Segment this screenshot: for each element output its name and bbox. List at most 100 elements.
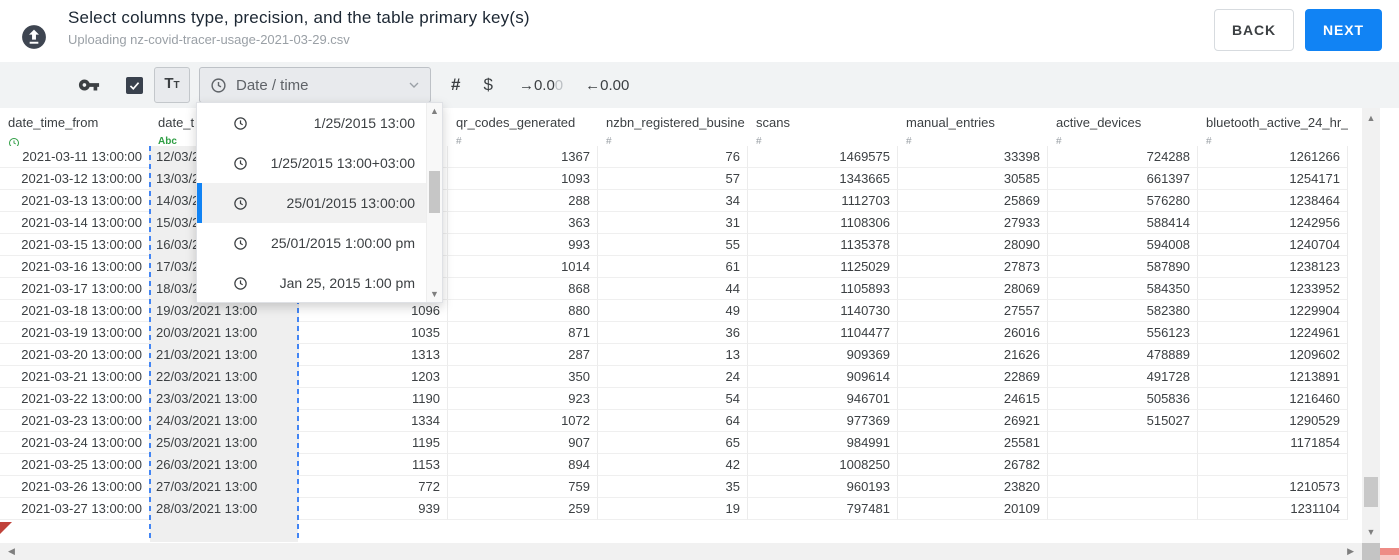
table-cell[interactable]: 1035 — [299, 322, 448, 344]
table-cell[interactable]: 2021-03-13 13:00:00 — [0, 190, 150, 212]
table-cell[interactable]: 2021-03-24 13:00:00 — [0, 432, 150, 454]
table-cell[interactable]: 1261266 — [1198, 146, 1348, 168]
table-cell[interactable]: 1171854 — [1198, 432, 1348, 454]
table-cell[interactable]: 1153 — [299, 454, 448, 476]
currency-type-icon[interactable]: $ — [483, 75, 492, 95]
table-cell[interactable]: 907 — [448, 432, 598, 454]
back-button[interactable]: BACK — [1214, 9, 1294, 51]
boolean-type-checkbox[interactable] — [126, 76, 143, 94]
table-cell[interactable]: 1093 — [448, 168, 598, 190]
table-cell[interactable] — [1048, 476, 1198, 498]
date-format-option[interactable]: 1/25/2015 13:00+03:00 — [197, 143, 427, 183]
table-cell[interactable]: 2021-03-22 13:00:00 — [0, 388, 150, 410]
table-cell[interactable]: 1072 — [448, 410, 598, 432]
table-cell[interactable]: 1195 — [299, 432, 448, 454]
table-cell[interactable]: 28069 — [898, 278, 1048, 300]
table-cell[interactable]: 27933 — [898, 212, 1048, 234]
table-cell[interactable]: 25/03/2021 13:00 — [150, 432, 299, 454]
table-cell[interactable]: 1096 — [299, 300, 448, 322]
table-cell[interactable]: 61 — [598, 256, 748, 278]
table-cell[interactable]: 772 — [299, 476, 448, 498]
number-type-icon[interactable]: # — [451, 75, 460, 95]
table-cell[interactable] — [1048, 432, 1198, 454]
table-cell[interactable]: 909369 — [748, 344, 898, 366]
table-cell[interactable]: 21626 — [898, 344, 1048, 366]
table-cell[interactable]: 27873 — [898, 256, 1048, 278]
table-cell[interactable]: 582380 — [1048, 300, 1198, 322]
table-cell[interactable]: 350 — [448, 366, 598, 388]
table-cell[interactable]: 1224961 — [1198, 322, 1348, 344]
table-cell[interactable]: 2021-03-16 13:00:00 — [0, 256, 150, 278]
table-cell[interactable]: 36 — [598, 322, 748, 344]
dropdown-scrollbar[interactable]: ▲ ▼ — [426, 103, 442, 302]
table-cell[interactable]: 909614 — [748, 366, 898, 388]
table-cell[interactable]: 25869 — [898, 190, 1048, 212]
table-cell[interactable]: 2021-03-18 13:00:00 — [0, 300, 150, 322]
table-cell[interactable]: 30585 — [898, 168, 1048, 190]
table-cell[interactable]: 2021-03-19 13:00:00 — [0, 322, 150, 344]
table-cell[interactable]: 2021-03-17 13:00:00 — [0, 278, 150, 300]
vertical-scrollbar-thumb[interactable] — [1364, 477, 1378, 507]
table-cell[interactable]: 556123 — [1048, 322, 1198, 344]
vertical-scrollbar[interactable]: ▲ ▼ — [1362, 108, 1380, 543]
table-cell[interactable]: 1240704 — [1198, 234, 1348, 256]
increase-decimal-button[interactable]: →0.00 — [519, 77, 563, 94]
table-cell[interactable]: 23820 — [898, 476, 1048, 498]
table-cell[interactable]: 1313 — [299, 344, 448, 366]
table-cell[interactable]: 868 — [448, 278, 598, 300]
scroll-left-icon[interactable]: ◀ — [8, 543, 15, 560]
table-cell[interactable]: 31 — [598, 212, 748, 234]
table-cell[interactable]: 2021-03-27 13:00:00 — [0, 498, 150, 520]
table-cell[interactable]: 2021-03-12 13:00:00 — [0, 168, 150, 190]
table-cell[interactable]: 2021-03-15 13:00:00 — [0, 234, 150, 256]
table-cell[interactable]: 724288 — [1048, 146, 1198, 168]
table-cell[interactable]: 23/03/2021 13:00 — [150, 388, 299, 410]
table-cell[interactable]: 880 — [448, 300, 598, 322]
table-cell[interactable] — [1048, 454, 1198, 476]
table-cell[interactable]: 22/03/2021 13:00 — [150, 366, 299, 388]
table-cell[interactable]: 26016 — [898, 322, 1048, 344]
table-cell[interactable]: 505836 — [1048, 388, 1198, 410]
table-cell[interactable]: 478889 — [1048, 344, 1198, 366]
table-cell[interactable]: 1238123 — [1198, 256, 1348, 278]
table-cell[interactable]: 2021-03-23 13:00:00 — [0, 410, 150, 432]
table-cell[interactable]: 1469575 — [748, 146, 898, 168]
table-cell[interactable]: 28/03/2021 13:00 — [150, 498, 299, 520]
table-cell[interactable]: 1229904 — [1198, 300, 1348, 322]
table-cell[interactable]: 19 — [598, 498, 748, 520]
table-cell[interactable]: 287 — [448, 344, 598, 366]
table-cell[interactable]: 1231104 — [1198, 498, 1348, 520]
table-cell[interactable]: 1140730 — [748, 300, 898, 322]
table-cell[interactable]: 1203 — [299, 366, 448, 388]
table-cell[interactable]: 21/03/2021 13:00 — [150, 344, 299, 366]
table-cell[interactable]: 2021-03-26 13:00:00 — [0, 476, 150, 498]
table-cell[interactable]: 923 — [448, 388, 598, 410]
table-cell[interactable]: 13 — [598, 344, 748, 366]
table-cell[interactable]: 28090 — [898, 234, 1048, 256]
table-cell[interactable]: 54 — [598, 388, 748, 410]
table-cell[interactable]: 894 — [448, 454, 598, 476]
dropdown-scrollbar-thumb[interactable] — [429, 171, 440, 213]
table-cell[interactable]: 44 — [598, 278, 748, 300]
table-cell[interactable]: 1367 — [448, 146, 598, 168]
table-cell[interactable]: 661397 — [1048, 168, 1198, 190]
table-cell[interactable]: 2021-03-20 13:00:00 — [0, 344, 150, 366]
table-cell[interactable]: 64 — [598, 410, 748, 432]
table-cell[interactable]: 76 — [598, 146, 748, 168]
table-cell[interactable]: 26/03/2021 13:00 — [150, 454, 299, 476]
table-cell[interactable]: 515027 — [1048, 410, 1198, 432]
table-cell[interactable]: 587890 — [1048, 256, 1198, 278]
table-cell[interactable]: 576280 — [1048, 190, 1198, 212]
table-cell[interactable]: 871 — [448, 322, 598, 344]
table-cell[interactable]: 946701 — [748, 388, 898, 410]
table-cell[interactable]: 584350 — [1048, 278, 1198, 300]
table-cell[interactable]: 27557 — [898, 300, 1048, 322]
date-format-option[interactable]: 1/25/2015 13:00 — [197, 103, 427, 143]
table-cell[interactable]: 1135378 — [748, 234, 898, 256]
table-cell[interactable]: 939 — [299, 498, 448, 520]
date-format-option[interactable]: Jan 25, 2015 1:00 pm — [197, 263, 427, 302]
table-cell[interactable]: 49 — [598, 300, 748, 322]
table-cell[interactable]: 797481 — [748, 498, 898, 520]
table-cell[interactable]: 24 — [598, 366, 748, 388]
table-cell[interactable]: 1014 — [448, 256, 598, 278]
